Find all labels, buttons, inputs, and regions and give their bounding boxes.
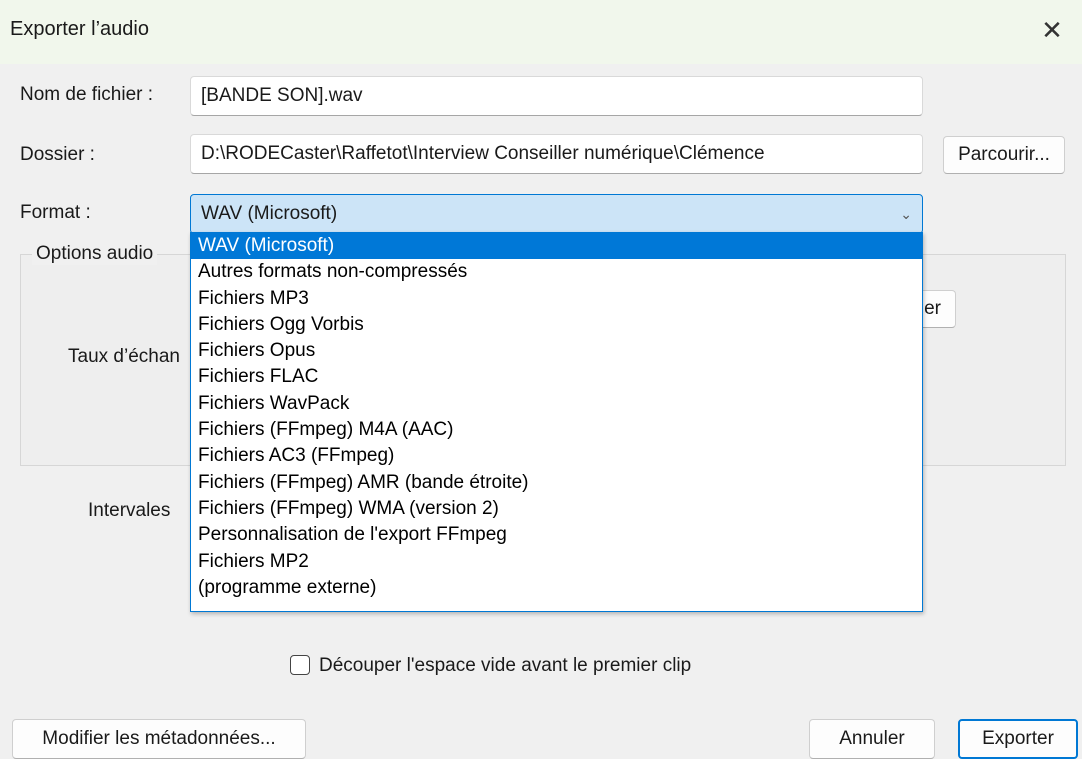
intervals-label: Intervales: [88, 500, 171, 521]
format-option[interactable]: Fichiers (FFmpeg) M4A (AAC): [191, 417, 922, 443]
folder-input[interactable]: D:\RODECaster\Raffetot\Interview Conseil…: [190, 134, 923, 174]
close-icon[interactable]: ✕: [1034, 12, 1070, 48]
window-title: Exporter l’audio: [10, 18, 149, 40]
format-option[interactable]: Fichiers Ogg Vorbis: [191, 312, 922, 338]
folder-label: Dossier :: [20, 144, 95, 165]
format-option[interactable]: Fichiers (FFmpeg) AMR (bande étroite): [191, 470, 922, 496]
cancel-button[interactable]: Annuler: [809, 719, 935, 759]
format-option[interactable]: Fichiers MP3: [191, 286, 922, 312]
browse-button[interactable]: Parcourir...: [943, 136, 1065, 174]
format-option[interactable]: Fichiers Opus: [191, 338, 922, 364]
trim-checkbox[interactable]: [290, 655, 310, 675]
format-option[interactable]: Fichiers MP2: [191, 549, 922, 575]
format-option[interactable]: Fichiers (FFmpeg) WMA (version 2): [191, 496, 922, 522]
trim-checkbox-label: Découper l'espace vide avant le premier …: [319, 655, 692, 676]
chevron-down-icon: ⌄: [900, 206, 912, 222]
format-label: Format :: [20, 202, 91, 223]
format-option[interactable]: Fichiers FLAC: [191, 364, 922, 390]
edit-metadata-button[interactable]: Modifier les métadonnées...: [12, 719, 306, 759]
export-button[interactable]: Exporter: [958, 719, 1078, 759]
format-selected-value: WAV (Microsoft): [201, 203, 338, 224]
format-option[interactable]: (programme externe): [191, 575, 922, 601]
sample-rate-label: Taux d’échan: [68, 346, 180, 367]
format-select[interactable]: WAV (Microsoft) ⌄: [190, 194, 923, 234]
audio-options-title: Options audio: [32, 243, 158, 265]
format-option[interactable]: Fichiers WavPack: [191, 391, 922, 417]
format-option[interactable]: Fichiers AC3 (FFmpeg): [191, 443, 922, 469]
filename-label: Nom de fichier :: [20, 84, 154, 105]
title-bar: Exporter l’audio ✕: [0, 0, 1082, 64]
filename-input[interactable]: [BANDE SON].wav: [190, 76, 923, 116]
format-option[interactable]: WAV (Microsoft): [191, 233, 922, 260]
format-option[interactable]: Personnalisation de l'export FFmpeg: [191, 522, 922, 548]
format-dropdown-list: WAV (Microsoft) Autres formats non-compr…: [190, 232, 923, 612]
format-option[interactable]: Autres formats non-compressés: [191, 259, 922, 285]
